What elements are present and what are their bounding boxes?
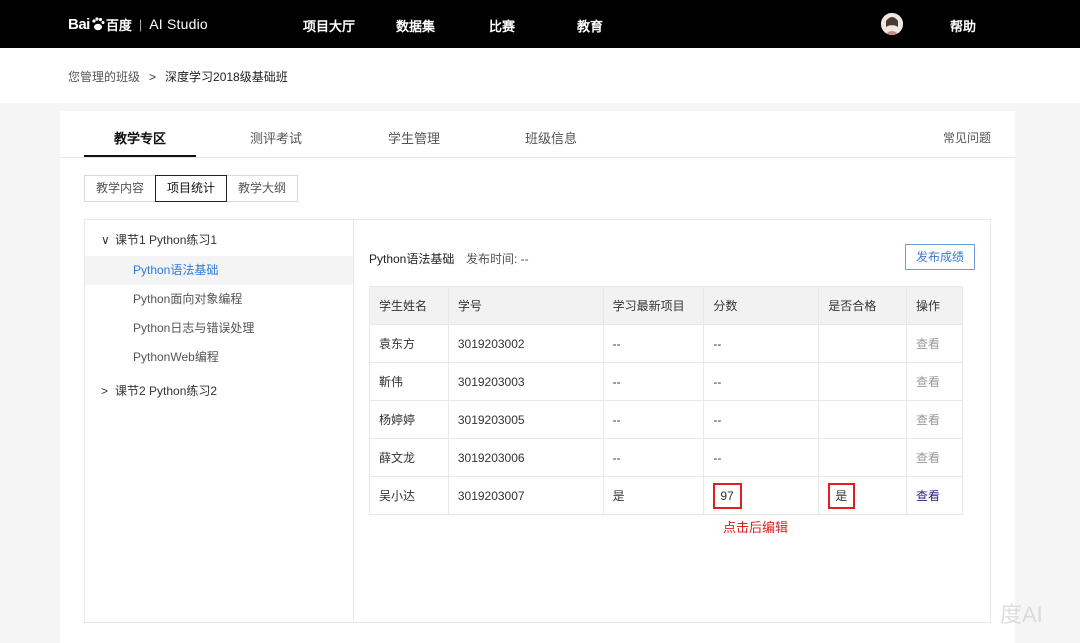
watermark: 度AI [1000, 602, 1043, 627]
student-name: 吴小达 [369, 476, 449, 515]
publish-time: 发布时间: -- [466, 252, 529, 266]
score-cell[interactable]: -- [703, 362, 820, 401]
student-score-table: 学生姓名 学号 学习最新项目 分数 是否合格 操作 袁东方 3019203002… [369, 286, 963, 515]
subtab-project-stats[interactable]: 项目统计 [155, 175, 228, 202]
publish-scores-button[interactable]: 发布成绩 [905, 244, 975, 270]
student-name: 袁东方 [369, 324, 449, 363]
table-row: 薛文龙 3019203006 -- -- 查看 [369, 438, 963, 477]
view-link[interactable]: 查看 [906, 362, 963, 401]
breadcrumb-band: 您管理的班级 > 深度学习2018级基础班 [0, 48, 1080, 103]
tree-section-label: 课节1 Python练习1 [115, 233, 218, 247]
tree-item-python-web[interactable]: PythonWeb编程 [85, 343, 353, 372]
subtab-teaching-content[interactable]: 教学内容 [84, 175, 157, 202]
pass-cell[interactable] [818, 324, 908, 363]
pass-cell-editing[interactable]: 是 [818, 476, 908, 515]
table-row: 靳伟 3019203003 -- -- 查看 [369, 362, 963, 401]
column-header: 学习最新项目 [602, 286, 705, 325]
lesson-title: Python语法基础 [369, 252, 455, 266]
tab-assessment[interactable]: 测评考试 [250, 128, 302, 147]
breadcrumb-arrow-icon: > [149, 70, 157, 84]
main-card: 教学专区 测评考试 学生管理 班级信息 常见问题 教学内容 项目统计 教学大纲 … [60, 111, 1015, 643]
view-link[interactable]: 查看 [906, 324, 963, 363]
column-header: 操作 [906, 286, 963, 325]
breadcrumb-parent[interactable]: 您管理的班级 [68, 70, 140, 84]
lesson-tree: ∨ 课节1 Python练习1 Python语法基础 Python面向对象编程 P… [85, 220, 354, 622]
tab-student-management[interactable]: 学生管理 [388, 128, 440, 147]
tree-section-label: 课节2 Python练习2 [115, 384, 218, 398]
tree-item-python-logging[interactable]: Python日志与错误处理 [85, 314, 353, 343]
logo-du-text: 百度 [105, 17, 132, 33]
logo-separator: | [138, 16, 143, 32]
nav-education[interactable]: 教育 [577, 16, 603, 35]
column-header: 学号 [447, 286, 604, 325]
student-id: 3019203002 [447, 324, 604, 363]
breadcrumb-current: 深度学习2018级基础班 [165, 70, 288, 84]
student-name: 薛文龙 [369, 438, 449, 477]
faq-link[interactable]: 常见问题 [943, 129, 991, 146]
table-row: 吴小达 3019203007 是 97 是 查看 [369, 476, 963, 515]
column-header: 是否合格 [818, 286, 908, 325]
subtab-syllabus[interactable]: 教学大纲 [226, 175, 299, 202]
chevron-right-icon: > [101, 384, 109, 398]
student-id: 3019203003 [447, 362, 604, 401]
stats-panel: ∨ 课节1 Python练习1 Python语法基础 Python面向对象编程 P… [84, 219, 991, 623]
score-edit-input[interactable]: 97 [713, 482, 742, 509]
tab-teaching-zone[interactable]: 教学专区 [114, 128, 166, 147]
paw-icon [91, 17, 105, 31]
column-header: 分数 [703, 286, 820, 325]
table-header-row: 学生姓名 学号 学习最新项目 分数 是否合格 操作 [369, 286, 963, 325]
baidu-ai-studio-logo[interactable]: Bai 百度 | AI Studio [68, 14, 208, 34]
tree-section-2[interactable]: > 课节2 Python练习2 [101, 382, 217, 399]
logo-studio-text: AI Studio [149, 16, 208, 32]
student-name: 靳伟 [369, 362, 449, 401]
pass-edit-input[interactable]: 是 [828, 482, 856, 509]
latest-project: -- [602, 438, 705, 477]
student-id: 3019203007 [447, 476, 604, 515]
score-cell[interactable]: -- [703, 400, 820, 439]
tree-section-1[interactable]: ∨ 课节1 Python练习1 [101, 231, 217, 248]
tab-class-info[interactable]: 班级信息 [525, 128, 577, 147]
column-header: 学生姓名 [369, 286, 449, 325]
tree-item-python-oop[interactable]: Python面向对象编程 [85, 285, 353, 314]
score-cell[interactable]: -- [703, 438, 820, 477]
score-cell[interactable]: -- [703, 324, 820, 363]
breadcrumb: 您管理的班级 > 深度学习2018级基础班 [68, 68, 288, 85]
latest-project: -- [602, 400, 705, 439]
table-row: 杨婷婷 3019203005 -- -- 查看 [369, 400, 963, 439]
student-id: 3019203005 [447, 400, 604, 439]
view-link[interactable]: 查看 [906, 438, 963, 477]
pass-cell[interactable] [818, 400, 908, 439]
tree-item-python-basics[interactable]: Python语法基础 [85, 256, 353, 285]
latest-project: 是 [602, 476, 705, 515]
latest-project: -- [602, 362, 705, 401]
main-tabs: 教学专区 测评考试 学生管理 班级信息 常见问题 [60, 111, 1015, 158]
user-avatar[interactable] [881, 13, 903, 35]
pass-cell[interactable] [818, 362, 908, 401]
nav-projects[interactable]: 项目大厅 [303, 16, 355, 35]
logo-bai-text: Bai [68, 15, 90, 33]
subtab-group: 教学内容 项目统计 教学大纲 [84, 175, 299, 202]
nav-competitions[interactable]: 比赛 [489, 16, 515, 35]
help-link[interactable]: 帮助 [950, 16, 976, 35]
student-name: 杨婷婷 [369, 400, 449, 439]
student-id: 3019203006 [447, 438, 604, 477]
view-link[interactable]: 查看 [906, 400, 963, 439]
view-link[interactable]: 查看 [906, 476, 963, 515]
chevron-down-icon: ∨ [101, 233, 110, 247]
nav-datasets[interactable]: 数据集 [396, 16, 435, 35]
top-navigation-bar: Bai 百度 | AI Studio 项目大厅 数据集 比赛 教育 帮助 [0, 0, 1080, 48]
pass-cell[interactable] [818, 438, 908, 477]
latest-project: -- [602, 324, 705, 363]
edit-annotation: 点击后编辑 [723, 520, 789, 535]
score-cell-editing[interactable]: 97 [703, 476, 820, 515]
table-row: 袁东方 3019203002 -- -- 查看 [369, 324, 963, 363]
lesson-stats-content: Python语法基础 发布时间: -- 发布成绩 学生姓名 学号 学习最新项目 … [369, 220, 989, 620]
active-tab-indicator [84, 155, 196, 157]
